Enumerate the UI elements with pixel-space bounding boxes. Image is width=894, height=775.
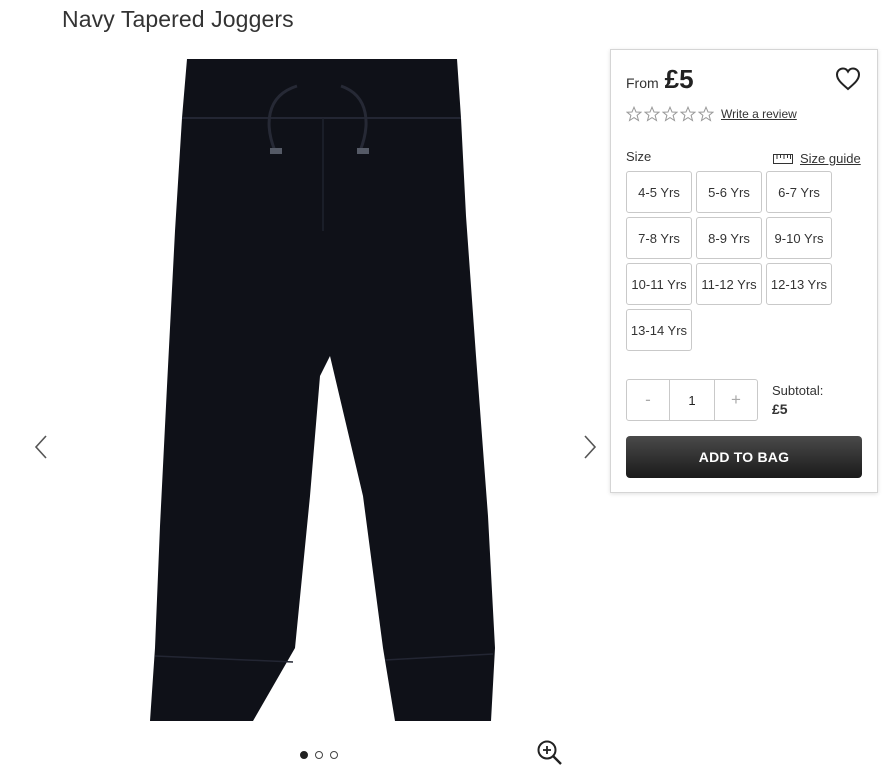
subtotal: Subtotal: £5 bbox=[772, 382, 823, 418]
size-option[interactable]: 9-10 Yrs bbox=[766, 217, 832, 259]
size-option[interactable]: 7-8 Yrs bbox=[626, 217, 692, 259]
quantity-increment-button[interactable]: + bbox=[715, 380, 757, 420]
gallery-dot-2[interactable] bbox=[315, 751, 323, 759]
star-icon bbox=[644, 106, 660, 122]
size-label: Size bbox=[626, 149, 652, 164]
size-option[interactable]: 13-14 Yrs bbox=[626, 309, 692, 351]
gallery-prev-button[interactable] bbox=[26, 424, 56, 470]
chevron-left-icon bbox=[34, 435, 47, 459]
rating-row: Write a review bbox=[626, 106, 797, 122]
product-image bbox=[150, 59, 495, 721]
price-row: From £5 bbox=[626, 64, 694, 95]
size-guide-label: Size guide bbox=[800, 151, 861, 166]
write-review-link[interactable]: Write a review bbox=[721, 107, 797, 121]
price-value: £5 bbox=[664, 64, 694, 94]
price-from-label: From bbox=[626, 75, 659, 91]
size-guide-link[interactable]: Size guide bbox=[773, 151, 861, 166]
product-gallery bbox=[20, 40, 610, 775]
chevron-right-icon bbox=[584, 435, 597, 459]
gallery-dot-1[interactable] bbox=[300, 751, 308, 759]
size-option[interactable]: 10-11 Yrs bbox=[626, 263, 692, 305]
quantity-decrement-button[interactable]: - bbox=[627, 380, 669, 420]
size-option[interactable]: 5-6 Yrs bbox=[696, 171, 762, 213]
zoom-in-icon[interactable] bbox=[536, 739, 564, 767]
subtotal-label: Subtotal: bbox=[772, 383, 824, 398]
gallery-next-button[interactable] bbox=[575, 424, 605, 470]
heart-icon[interactable] bbox=[834, 65, 862, 93]
size-option[interactable]: 8-9 Yrs bbox=[696, 217, 762, 259]
star-icon bbox=[662, 106, 678, 122]
size-option[interactable]: 12-13 Yrs bbox=[766, 263, 832, 305]
size-option[interactable]: 4-5 Yrs bbox=[626, 171, 692, 213]
star-icon bbox=[698, 106, 714, 122]
size-option[interactable]: 11-12 Yrs bbox=[696, 263, 762, 305]
product-title: Navy Tapered Joggers bbox=[62, 6, 294, 32]
purchase-panel: From £5 Write a review Size Size guide 4… bbox=[610, 49, 878, 493]
star-icon bbox=[680, 106, 696, 122]
quantity-input[interactable] bbox=[669, 380, 715, 420]
size-option[interactable]: 6-7 Yrs bbox=[766, 171, 832, 213]
size-options: 4-5 Yrs 5-6 Yrs 6-7 Yrs 7-8 Yrs 8-9 Yrs … bbox=[626, 171, 832, 351]
ruler-icon bbox=[773, 153, 793, 164]
gallery-dot-3[interactable] bbox=[330, 751, 338, 759]
star-icon bbox=[626, 106, 642, 122]
quantity-stepper: - + bbox=[626, 379, 758, 421]
add-to-bag-button[interactable]: ADD TO BAG bbox=[626, 436, 862, 478]
gallery-dots bbox=[300, 751, 338, 759]
subtotal-value: £5 bbox=[772, 401, 788, 417]
